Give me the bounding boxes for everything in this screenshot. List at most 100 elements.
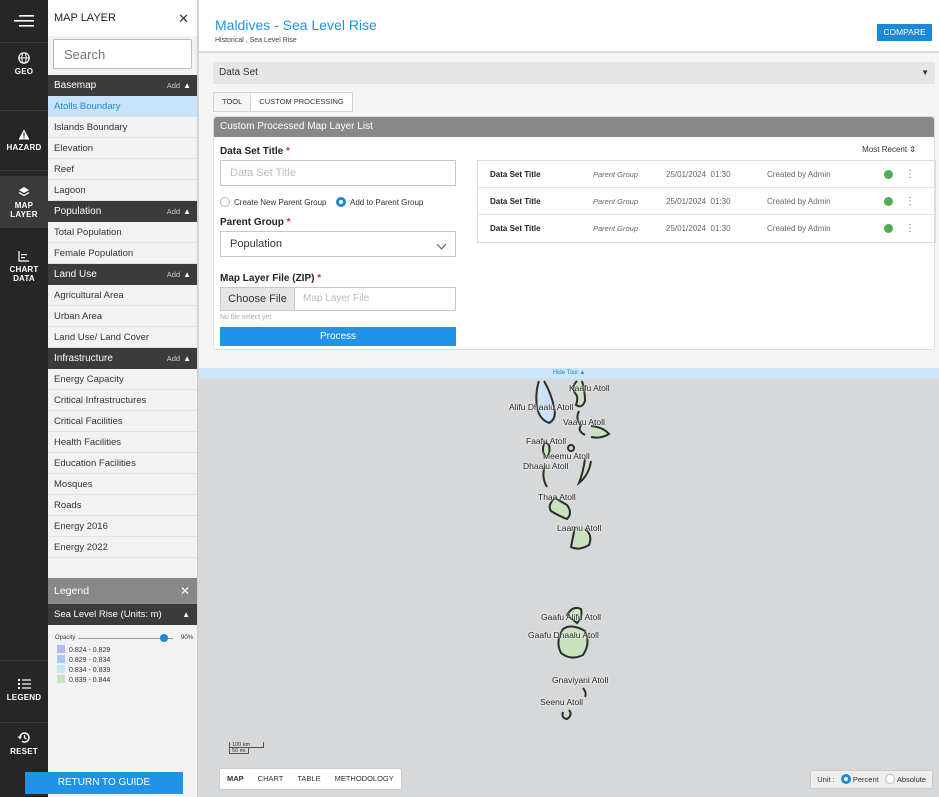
unit-percent-radio[interactable] (840, 774, 851, 784)
map-canvas[interactable]: Kaafu Atoll Alifu Dhaalu Atoll Vaavu Atoll… (199, 379, 939, 797)
layer-item[interactable]: Health Facilities (48, 432, 197, 453)
layer-item[interactable]: Urban Area (48, 306, 197, 327)
opacity-knob[interactable] (159, 634, 168, 642)
caret-down-icon: ▼ (921, 68, 929, 77)
table-row[interactable]: Data Set Title Parent Group 25/01/2024 01:… (478, 215, 935, 242)
collapse-icon[interactable]: ▲ (182, 604, 190, 625)
rail-geo[interactable]: GEO (0, 52, 48, 76)
row-datetime: 25/01/2024 01:30 (666, 188, 731, 215)
collapse-icon[interactable]: ▲ (183, 81, 191, 90)
dataset-dropdown[interactable]: Data Set ▼ (213, 62, 935, 84)
layer-item[interactable]: Lagoon (48, 180, 197, 201)
layer-item[interactable]: Reef (48, 159, 197, 180)
sort-icon: ⇕ (909, 145, 916, 154)
check-circle-icon (884, 170, 893, 179)
search-input[interactable] (53, 39, 192, 69)
dataset-title-input[interactable]: Data Set Title (220, 160, 456, 186)
legend-close-icon[interactable]: ✕ (180, 578, 190, 604)
legend-swatch (57, 655, 65, 663)
legend-panel: Legend ✕ Sea Level Rise (Units: m) ▲ Opa… (48, 578, 197, 758)
sort-dropdown[interactable]: Most Recent ⇕ (862, 145, 916, 154)
layer-item[interactable]: Roads (48, 495, 197, 516)
collapse-icon[interactable]: ▲ (183, 270, 191, 279)
parent-group-select[interactable]: Population (220, 231, 456, 257)
atoll-label: Gaafu Alifu Atoll (541, 612, 602, 622)
layer-item[interactable]: Education Facilities (48, 453, 197, 474)
add-layer-button[interactable]: Add ▲ (167, 348, 191, 369)
layer-item[interactable]: Agricultural Area (48, 285, 197, 306)
opacity-slider[interactable]: Opacity 90% (48, 631, 197, 645)
layer-item[interactable]: Energy Capacity (48, 369, 197, 390)
collapse-icon[interactable]: ▲ (183, 207, 191, 216)
layer-group-header[interactable]: Basemap Add ▲ (48, 75, 197, 96)
layer-item[interactable]: Mosques (48, 474, 197, 495)
compare-button[interactable]: COMPARE (877, 24, 932, 41)
no-file-text: No file select yet (220, 314, 272, 321)
menu-toggle-icon[interactable] (0, 14, 48, 31)
layer-item[interactable]: Elevation (48, 138, 197, 159)
atoll-label: Seenu Atoll (540, 697, 584, 707)
tab-table[interactable]: TABLE (290, 769, 327, 789)
file-input[interactable]: Choose File Map Layer File (220, 287, 456, 311)
radio-add-to-group[interactable]: Add to Parent Group (336, 197, 423, 208)
check-circle-icon (884, 224, 893, 233)
layer-item[interactable]: Female Population (48, 243, 197, 264)
layer-item[interactable]: Critical Infrastructures (48, 390, 197, 411)
chart-icon (18, 251, 29, 262)
add-label: Add (166, 354, 181, 363)
choose-file-button[interactable]: Choose File (221, 288, 295, 310)
radio-add-label: Add to Parent Group (350, 198, 424, 207)
radio-dot[interactable] (220, 197, 230, 207)
layer-group-header[interactable]: Infrastructure Add ▲ (48, 348, 197, 369)
legend-row: 0.829 - 0.834 (48, 655, 197, 665)
more-options-icon[interactable]: ⋮ (905, 188, 915, 215)
legend-header: Legend ✕ (48, 578, 197, 604)
tab-tool[interactable]: TOOL (214, 93, 251, 111)
legend-row: 0.839 - 0.844 (48, 675, 197, 685)
hide-tool-toggle[interactable]: Hide Tool ▲ (199, 368, 939, 379)
collapse-icon[interactable]: ▲ (183, 354, 191, 363)
layer-item[interactable]: Critical Facilities (48, 411, 197, 432)
layer-group-header[interactable]: Land Use Add ▲ (48, 264, 197, 285)
close-icon[interactable]: ✕ (178, 11, 189, 27)
map-layer-file-label-text: Map Layer File (ZIP) (220, 273, 315, 284)
unit-absolute-label[interactable]: Absolute (897, 775, 926, 784)
opacity-track[interactable] (78, 638, 173, 639)
layer-item[interactable]: Land Use/ Land Cover (48, 327, 197, 348)
rail-chart-data[interactable]: CHART DATA (0, 250, 48, 283)
atoll-gnaviyani (582, 687, 587, 698)
layer-item[interactable]: Total Population (48, 222, 197, 243)
legend-title: Legend (54, 585, 90, 597)
layer-item[interactable]: Islands Boundary (48, 117, 197, 138)
layer-item[interactable]: Atolls Boundary (48, 96, 197, 117)
return-to-guide-button[interactable]: RETURN TO GUIDE (25, 772, 183, 794)
legend-layer-name: Sea Level Rise (Units: m) (54, 609, 162, 620)
more-options-icon[interactable]: ⋮ (905, 215, 915, 242)
radio-dot-selected[interactable] (336, 197, 346, 207)
radio-create-new-group[interactable]: Create New Parent Group (220, 197, 327, 208)
rail-reset[interactable]: RESET (0, 731, 48, 756)
tab-methodology[interactable]: METHODOLOGY (328, 769, 401, 789)
process-button[interactable]: Process (220, 327, 456, 346)
unit-absolute-radio[interactable] (884, 774, 895, 784)
unit-percent-label[interactable]: Percent (853, 775, 879, 784)
layer-group-header[interactable]: Population Add ▲ (48, 201, 197, 222)
tab-custom-processing[interactable]: CUSTOM PROCESSING (250, 93, 352, 111)
rail-legend[interactable]: LEGEND (0, 678, 48, 702)
layer-item[interactable]: Energy 2016 (48, 516, 197, 537)
rail-hazard[interactable]: HAZARD (0, 129, 48, 152)
table-row[interactable]: Data Set Title Parent Group 25/01/2024 01:… (478, 188, 935, 215)
table-row[interactable]: Data Set Title Parent Group 25/01/2024 01:… (478, 161, 935, 188)
row-title: Data Set Title (490, 197, 541, 206)
tab-map[interactable]: MAP (220, 769, 251, 789)
more-options-icon[interactable]: ⋮ (905, 161, 915, 188)
legend-swatch (57, 645, 65, 653)
legend-layer-header[interactable]: Sea Level Rise (Units: m) ▲ (48, 604, 197, 625)
add-layer-button[interactable]: Add ▲ (167, 201, 191, 222)
legend-range: 0.829 - 0.834 (69, 657, 111, 664)
add-layer-button[interactable]: Add ▲ (167, 264, 191, 285)
layer-item[interactable]: Energy 2022 (48, 537, 197, 558)
add-layer-button[interactable]: Add ▲ (167, 75, 191, 96)
rail-map-layer[interactable]: MAP LAYER (0, 176, 48, 228)
tab-chart[interactable]: CHART (251, 769, 291, 789)
